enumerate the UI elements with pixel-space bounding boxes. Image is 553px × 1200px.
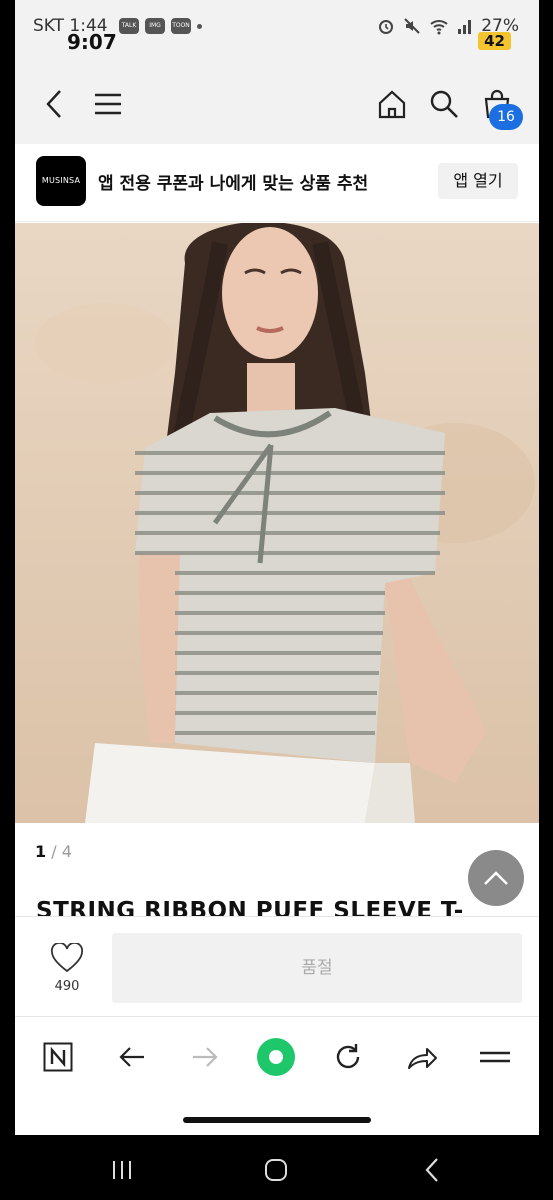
green-dot-button[interactable] [256, 1037, 296, 1077]
site-header [15, 62, 539, 144]
browser-toolbar [15, 1016, 539, 1135]
back-button[interactable] [35, 84, 75, 124]
soldout-button[interactable]: 품절 [112, 933, 522, 1003]
home-button[interactable] [372, 84, 412, 124]
alarm-icon [379, 20, 394, 34]
browser-menu-button[interactable] [475, 1037, 515, 1077]
gallery-counter: 1 / 4 [35, 842, 72, 861]
recent-apps-button[interactable] [107, 1155, 137, 1185]
image-icon: IMG [145, 18, 165, 34]
browser-window: SKT 1:44 9:07 TALK IMG TOON 27% 42 16 MU… [15, 0, 539, 1135]
gallery-total: 4 [61, 842, 72, 861]
musinsa-logo: MUSINSA [36, 156, 86, 206]
gallery-current: 1 [35, 842, 47, 861]
chevron-left-icon [46, 90, 61, 118]
menu-button[interactable] [88, 84, 128, 124]
browser-forward-button[interactable] [185, 1037, 225, 1077]
product-image[interactable] [15, 223, 539, 823]
share-button[interactable] [402, 1037, 442, 1077]
product-title: STRING RIBBON PUFF SLEEVE T- [36, 898, 464, 916]
webtoon-icon: TOON [171, 18, 191, 34]
like-count: 490 [54, 979, 80, 994]
system-home-button[interactable] [261, 1155, 291, 1185]
search-button[interactable] [424, 84, 464, 124]
reload-button[interactable] [328, 1037, 368, 1077]
hamburger-icon [95, 93, 121, 115]
recent-apps-icon [113, 1161, 131, 1179]
purchase-bar: 490 품절 [15, 916, 539, 1016]
battery-badge: 42 [478, 32, 511, 50]
more-dot-icon [197, 24, 202, 29]
app-install-banner: MUSINSA 앱 전용 쿠폰과 나에게 맞는 상품 추천 앱 열기 [15, 144, 539, 222]
back-chevron-icon [425, 1158, 438, 1182]
browser-back-button[interactable] [112, 1037, 152, 1077]
heart-icon [50, 941, 84, 973]
system-back-button[interactable] [417, 1155, 447, 1185]
arrow-right-icon [193, 1047, 218, 1067]
status-bar: SKT 1:44 9:07 TALK IMG TOON 27% 42 [15, 0, 539, 62]
menu-lines-icon [480, 1051, 510, 1063]
naver-n-icon [43, 1042, 73, 1072]
clock: 9:07 [67, 30, 117, 54]
naver-button[interactable] [38, 1037, 78, 1077]
home-indicator [183, 1117, 371, 1123]
cart-count-badge: 16 [489, 104, 523, 130]
gallery-separator: / [46, 842, 62, 861]
wifi-icon [430, 20, 448, 35]
reload-icon [336, 1044, 360, 1069]
banner-text: 앱 전용 쿠폰과 나에게 맞는 상품 추천 [98, 174, 369, 194]
open-app-button[interactable]: 앱 열기 [438, 163, 518, 199]
notification-icons: TALK IMG TOON [119, 18, 202, 34]
system-navigation-bar [0, 1135, 553, 1200]
talk-icon: TALK [119, 18, 139, 34]
search-icon [430, 90, 458, 118]
green-dot-icon [257, 1038, 295, 1076]
like-button[interactable]: 490 [43, 941, 91, 994]
share-arrow-icon [408, 1048, 437, 1069]
home-icon [378, 90, 406, 119]
mute-icon [404, 18, 420, 34]
model-photo [35, 223, 535, 823]
chevron-up-icon [484, 871, 508, 885]
arrow-left-icon [119, 1047, 144, 1067]
home-square-icon [265, 1159, 287, 1181]
signal-icon [458, 20, 472, 34]
